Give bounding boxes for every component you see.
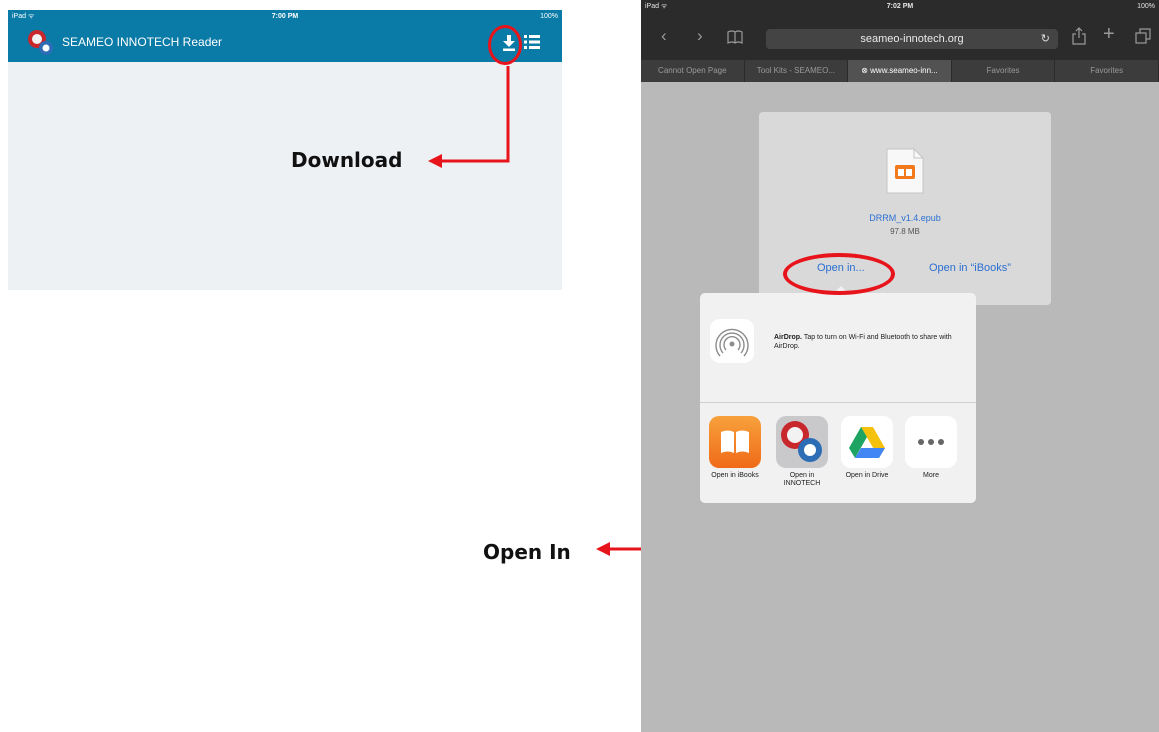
open-in-ibooks-link[interactable]: Open in “iBooks” <box>929 262 1011 274</box>
status-battery: 100% <box>1137 3 1155 10</box>
bookmarks-icon[interactable] <box>727 30 743 44</box>
app-label: Open in INNOTECH <box>783 472 821 488</box>
url-text: seameo-innotech.org <box>860 33 964 45</box>
airdrop-icon[interactable] <box>710 319 754 363</box>
status-bar: iPad ᯤ 7:02 PM 100% <box>641 0 1159 14</box>
epub-file-icon <box>886 148 924 194</box>
google-drive-icon[interactable] <box>841 416 893 468</box>
ibooks-icon[interactable] <box>709 416 761 468</box>
open-in-annotation-label: Open In <box>483 540 571 564</box>
share-sheet: AirDrop. Tap to turn on Wi-Fi and Blueto… <box>700 293 976 503</box>
more-icon[interactable] <box>905 416 957 468</box>
share-app-innotech[interactable]: Open in INNOTECH <box>771 416 833 489</box>
app-label: Open in iBooks <box>711 472 759 479</box>
address-bar[interactable]: seameo-innotech.org ↻ <box>766 29 1058 49</box>
share-app-drive[interactable]: Open in Drive <box>836 416 898 480</box>
share-app-ibooks[interactable]: Open in iBooks <box>704 416 766 480</box>
airdrop-description: AirDrop. Tap to turn on Wi-Fi and Blueto… <box>774 333 964 351</box>
browser-tab-active[interactable]: ⊗ www.seameo-inn... <box>848 60 952 82</box>
app-label: More <box>923 472 939 479</box>
file-size: 97.8 MB <box>890 227 920 236</box>
innotech-icon[interactable] <box>776 416 828 468</box>
download-annotation-label: Download <box>291 148 403 172</box>
download-arrow <box>440 66 510 163</box>
status-time: 7:02 PM <box>886 3 914 10</box>
share-icon[interactable] <box>1072 27 1086 45</box>
app-label: Open in Drive <box>845 472 889 479</box>
browser-tab[interactable]: Cannot Open Page <box>641 60 745 82</box>
new-tab-icon[interactable]: + <box>1103 23 1115 46</box>
tabs-overview-icon[interactable] <box>1135 28 1151 44</box>
browser-tab[interactable]: Favorites <box>952 60 1056 82</box>
share-app-more[interactable]: More <box>900 416 962 480</box>
reload-icon[interactable]: ↻ <box>1041 29 1050 49</box>
forward-icon[interactable]: › <box>697 26 703 46</box>
browser-tab[interactable]: Favorites <box>1055 60 1159 82</box>
open-in-highlight-circle <box>783 253 895 295</box>
open-in-arrowhead <box>596 542 610 556</box>
safari-screenshot: iPad ᯤ 7:02 PM 100% ‹ › seameo-innotech.… <box>641 0 1159 732</box>
back-icon[interactable]: ‹ <box>661 26 667 46</box>
airdrop-title: AirDrop. <box>774 334 802 341</box>
browser-tab-bar: Cannot Open Page Tool Kits - SEAMEO... ⊗… <box>641 60 1159 82</box>
file-name[interactable]: DRRM_v1.4.epub <box>759 213 1051 223</box>
browser-toolbar: ‹ › seameo-innotech.org ↻ + <box>641 14 1159 60</box>
browser-tab[interactable]: Tool Kits - SEAMEO... <box>745 60 849 82</box>
download-arrowhead <box>428 154 442 168</box>
share-divider <box>700 402 976 403</box>
